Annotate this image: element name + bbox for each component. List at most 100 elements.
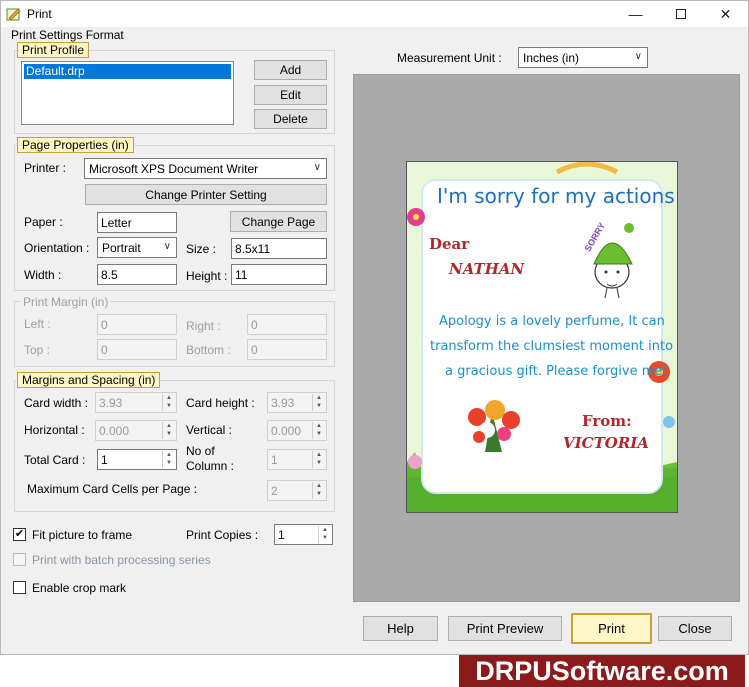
margin-top-label: Top : [24,343,51,357]
margin-top-field[interactable]: 0 [97,339,177,360]
minimize-button[interactable]: — [613,1,658,27]
settings-format-label: Print Settings Format [11,28,124,42]
measurement-unit-value: Inches (in) [523,51,580,65]
total-card-spinner[interactable]: 1 ▲ ▼ [97,449,177,470]
card-width-spinner[interactable]: 3.93 ▲ ▼ [95,392,177,413]
crop-mark-checkbox[interactable] [13,581,26,594]
no-of-column-spinner[interactable]: 1 ▲ ▼ [267,449,327,470]
card-width-value: 3.93 [99,396,123,410]
margin-left-field[interactable]: 0 [97,314,177,335]
measurement-unit-select[interactable]: Inches (in) ∨ [518,47,648,68]
height-field[interactable]: 11 [231,264,327,285]
spinner-arrows-icon[interactable]: ▲ ▼ [318,526,331,543]
change-printer-button[interactable]: Change Printer Setting [85,184,327,205]
vertical-value: 0.000 [271,424,302,438]
card-height-label: Card height : [186,396,255,410]
spinner-arrows-icon[interactable]: ▲ ▼ [312,482,325,499]
print-copies-label: Print Copies : [186,528,259,542]
spinner-arrows-icon[interactable]: ▲ ▼ [162,451,175,468]
profile-list[interactable]: Default.drp [21,61,234,125]
print-dialog: Print — ✕ Print Settings Format Print Pr… [0,0,749,655]
help-button[interactable]: Help [363,616,438,641]
batch-checkbox[interactable] [13,553,26,566]
fit-picture-checkbox[interactable]: ✔ [13,528,26,541]
orientation-value: Portrait [102,241,141,255]
height-label: Height : [186,269,228,283]
print-profile-legend: Print Profile [17,42,90,58]
width-label: Width : [24,268,62,282]
margin-left-label: Left : [24,317,51,331]
vertical-spinner[interactable]: 0.000 ▲ ▼ [267,420,327,441]
close-button[interactable]: ✕ [703,1,748,27]
card-message-line2: transform the clumsiest moment into [430,339,674,354]
profile-list-item[interactable]: Default.drp [24,64,231,79]
margin-bottom-label: Bottom : [186,343,231,357]
print-copies-value: 1 [278,528,285,542]
fit-picture-label: Fit picture to frame [32,528,133,542]
crop-mark-label: Enable crop mark [32,581,127,595]
spinner-arrows-icon[interactable]: ▲ ▼ [312,422,325,439]
print-preview-button[interactable]: Print Preview [448,616,562,641]
margin-bottom-field[interactable]: 0 [247,339,327,360]
printer-label: Printer : [24,161,67,175]
card-to-name: NATHAN [449,260,525,278]
checkmark-icon: ✔ [14,528,25,540]
print-button[interactable]: Print [571,613,652,644]
chevron-down-icon: ∨ [163,241,171,252]
edit-profile-button[interactable]: Edit [254,85,327,105]
maximize-button[interactable] [658,1,703,27]
maximize-icon [675,9,686,19]
card-message-line1: Apology is a lovely perfume, It can [439,314,665,329]
orientation-label: Orientation : [24,241,90,255]
print-copies-spinner[interactable]: 1 ▲ ▼ [274,524,333,545]
no-of-column-label: No of [186,444,215,458]
card-height-value: 3.93 [271,396,295,410]
orientation-select[interactable]: Portrait ∨ [97,237,177,258]
delete-profile-button[interactable]: Delete [254,109,327,129]
paper-label: Paper : [24,215,63,229]
paper-field[interactable]: Letter [97,212,177,233]
brand-watermark: DRPUSoftware.com [459,655,745,687]
margin-right-label: Right : [186,319,221,333]
horizontal-spinner[interactable]: 0.000 ▲ ▼ [95,420,177,441]
max-cells-label: Maximum Card Cells per Page : [27,482,198,496]
spinner-arrows-icon[interactable]: ▲ ▼ [312,451,325,468]
margin-right-field[interactable]: 0 [247,314,327,335]
margins-spacing-legend: Margins and Spacing (in) [17,372,161,388]
chevron-down-icon: ∨ [634,51,642,62]
spinner-arrows-icon[interactable]: ▲ ▼ [312,394,325,411]
spinner-arrows-icon[interactable]: ▲ ▼ [162,422,175,439]
size-label: Size : [186,242,217,256]
minimize-icon: — [628,6,643,22]
spinner-arrows-icon[interactable]: ▲ ▼ [162,394,175,411]
add-profile-button[interactable]: Add [254,60,327,80]
change-page-button[interactable]: Change Page [230,211,327,232]
total-card-label: Total Card : [24,453,86,467]
app-icon [6,8,21,21]
title-bar: Print — ✕ [1,1,748,27]
horizontal-label: Horizontal : [24,423,85,437]
max-cells-spinner[interactable]: 2 ▲ ▼ [267,480,327,501]
horizontal-value: 0.000 [99,424,130,438]
window-title: Print [27,7,52,21]
print-margin-legend: Print Margin (in) [21,295,111,309]
no-of-column-value: 1 [271,453,278,467]
width-field[interactable]: 8.5 [97,264,177,285]
card-preview: I'm sorry for my actions Dear NATHAN SOR… [406,161,678,513]
max-cells-value: 2 [271,484,278,498]
vertical-label: Vertical : [186,423,233,437]
page-properties-legend: Page Properties (in) [17,137,134,153]
printer-select[interactable]: Microsoft XPS Document Writer ∨ [84,158,327,179]
size-field[interactable]: 8.5x11 [231,238,327,259]
no-of-column-label-2: Column : [186,459,235,473]
total-card-value: 1 [101,453,108,467]
printer-value: Microsoft XPS Document Writer [89,162,259,176]
close-dialog-button[interactable]: Close [658,616,732,641]
card-message-line3: a gracious gift. Please forgive me! [445,364,668,379]
card-height-spinner[interactable]: 3.93 ▲ ▼ [267,392,327,413]
close-icon: ✕ [719,5,732,22]
card-background-art [407,162,677,512]
measurement-unit-label: Measurement Unit : [397,51,502,65]
card-from: From: [582,412,632,430]
batch-label: Print with batch processing series [32,553,211,567]
